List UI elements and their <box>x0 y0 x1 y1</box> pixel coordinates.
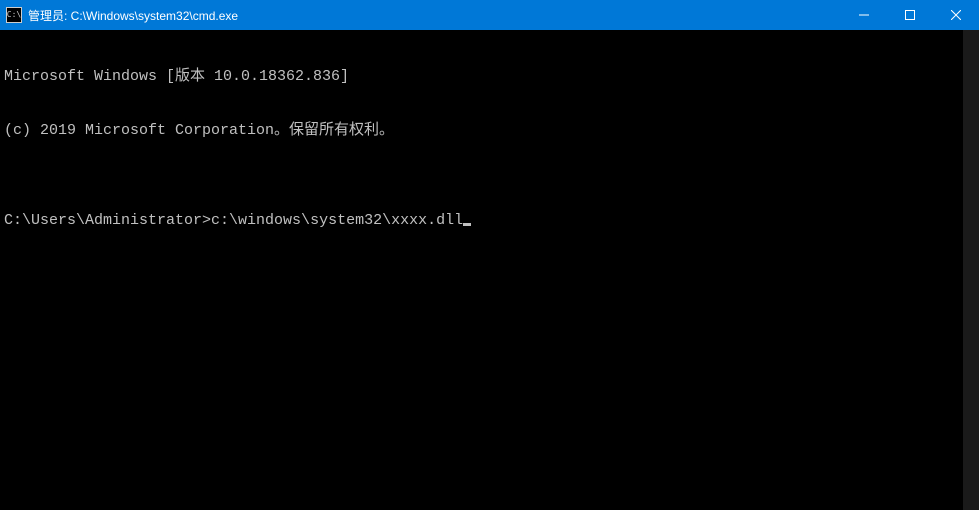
minimize-button[interactable] <box>841 0 887 30</box>
minimize-icon <box>859 10 869 20</box>
terminal-prompt-line: C:\Users\Administrator>c:\windows\system… <box>4 212 975 230</box>
terminal-line: Microsoft Windows [版本 10.0.18362.836] <box>4 68 975 86</box>
window-title: 管理员: C:\Windows\system32\cmd.exe <box>28 7 238 24</box>
terminal-prompt: C:\Users\Administrator> <box>4 212 211 229</box>
app-icon-text: C:\ <box>7 11 21 19</box>
terminal-cursor <box>463 223 471 226</box>
terminal-area[interactable]: Microsoft Windows [版本 10.0.18362.836] (c… <box>0 30 979 510</box>
window-controls <box>841 0 979 30</box>
app-icon[interactable]: C:\ <box>6 7 22 23</box>
maximize-icon <box>905 10 915 20</box>
cmd-window: C:\ 管理员: C:\Windows\system32\cmd.exe <box>0 0 979 510</box>
vertical-scrollbar[interactable] <box>963 30 979 510</box>
terminal-input: c:\windows\system32\xxxx.dll <box>211 212 463 229</box>
titlebar[interactable]: C:\ 管理员: C:\Windows\system32\cmd.exe <box>0 0 979 30</box>
terminal-line: (c) 2019 Microsoft Corporation。保留所有权利。 <box>4 122 975 140</box>
close-icon <box>951 10 961 20</box>
maximize-button[interactable] <box>887 0 933 30</box>
close-button[interactable] <box>933 0 979 30</box>
